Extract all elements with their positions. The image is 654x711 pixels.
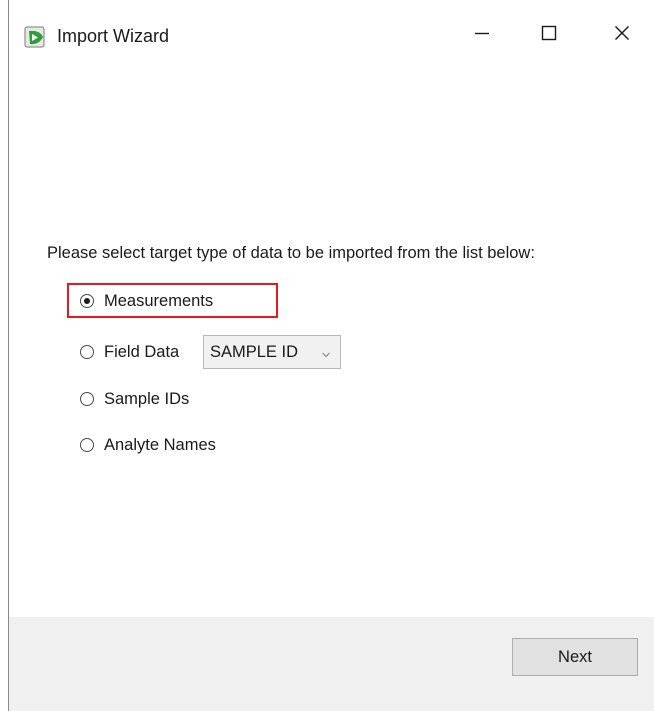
radio-sample-ids[interactable] bbox=[80, 392, 94, 406]
option-field-data[interactable]: Field Data bbox=[80, 338, 179, 366]
radio-field-data[interactable] bbox=[80, 345, 94, 359]
close-button[interactable] bbox=[599, 12, 645, 58]
radio-analyte-names[interactable] bbox=[80, 438, 94, 452]
window-title: Import Wizard bbox=[57, 26, 170, 46]
option-measurements-label: Measurements bbox=[104, 291, 214, 310]
import-wizard-window: Import Wizard Please select target type … bbox=[0, 0, 654, 711]
option-field-data-label: Field Data bbox=[104, 342, 180, 361]
chevron-down-icon bbox=[321, 347, 331, 358]
instruction-text: Please select target type of data to be … bbox=[47, 244, 535, 262]
field-data-dropdown[interactable]: SAMPLE ID bbox=[203, 335, 341, 369]
field-data-dropdown-value: SAMPLE ID bbox=[210, 342, 299, 361]
option-analyte-names[interactable]: Analyte Names bbox=[80, 431, 216, 459]
minimize-icon bbox=[473, 24, 491, 47]
maximize-button[interactable] bbox=[526, 12, 572, 58]
close-icon bbox=[613, 24, 631, 47]
option-sample-ids[interactable]: Sample IDs bbox=[80, 385, 189, 413]
minimize-button[interactable] bbox=[459, 12, 505, 58]
window-left-border bbox=[8, 0, 9, 711]
title-bar[interactable]: Import Wizard bbox=[9, 0, 654, 72]
maximize-icon bbox=[540, 24, 558, 47]
option-sample-ids-label: Sample IDs bbox=[104, 389, 190, 408]
next-button[interactable]: Next bbox=[512, 638, 638, 676]
radio-measurements[interactable] bbox=[80, 294, 94, 308]
option-measurements[interactable]: Measurements bbox=[80, 287, 213, 315]
import-wizard-app-icon bbox=[23, 24, 49, 50]
option-analyte-names-label: Analyte Names bbox=[104, 435, 216, 454]
